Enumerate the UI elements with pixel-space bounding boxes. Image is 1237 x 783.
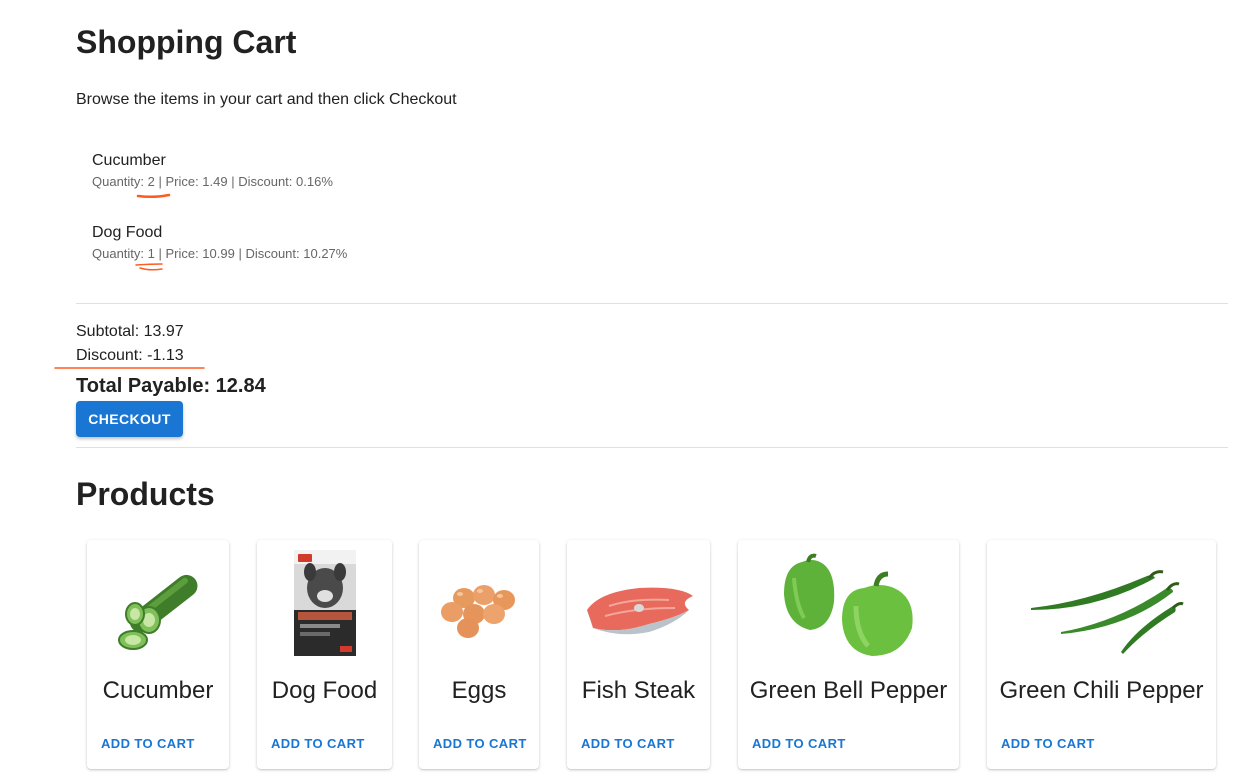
product-name: Dog Food bbox=[271, 677, 378, 704]
product-name: Green Bell Pepper bbox=[749, 677, 948, 704]
product-card-green-chili-pepper: Green Chili Pepper ADD TO CART bbox=[987, 540, 1216, 769]
discount-total: Discount: -1.13 bbox=[76, 347, 184, 364]
product-card-dog-food: Dog Food ADD TO CART bbox=[257, 540, 392, 769]
total-payable: Total Payable: 12.84 bbox=[76, 375, 266, 397]
cart-item: Cucumber Quantity: 2 | Price: 1.49 | Dis… bbox=[92, 151, 333, 191]
quantity-underline-annotation bbox=[135, 263, 163, 271]
dog-food-bag-image bbox=[293, 550, 356, 656]
add-to-cart-button[interactable]: ADD TO CART bbox=[433, 736, 527, 751]
product-name: Cucumber bbox=[102, 677, 214, 704]
add-to-cart-button[interactable]: ADD TO CART bbox=[581, 736, 675, 751]
quantity-underline-annotation bbox=[136, 193, 171, 199]
product-card-fish-steak: Fish Steak ADD TO CART bbox=[567, 540, 710, 769]
cart-item-details: Quantity: 1 | Price: 10.99 | Discount: 1… bbox=[92, 246, 348, 261]
chili-pepper-image bbox=[1030, 570, 1184, 654]
product-name: Green Chili Pepper bbox=[999, 677, 1204, 704]
product-card-eggs: Eggs ADD TO CART bbox=[419, 540, 539, 769]
eggs-image bbox=[441, 585, 515, 638]
cart-item-details: Quantity: 2 | Price: 1.49 | Discount: 0.… bbox=[92, 174, 333, 189]
subtotal: Subtotal: 13.97 bbox=[76, 323, 184, 340]
product-card-cucumber: Cucumber ADD TO CART bbox=[87, 540, 229, 769]
add-to-cart-button[interactable]: ADD TO CART bbox=[752, 736, 846, 751]
product-name: Eggs bbox=[451, 677, 507, 704]
divider bbox=[76, 447, 1228, 448]
page: Shopping Cart Browse the items in your c… bbox=[0, 0, 1237, 783]
cucumber-image bbox=[118, 574, 198, 650]
product-card-green-bell-pepper: Green Bell Pepper ADD TO CART bbox=[738, 540, 959, 769]
product-name: Fish Steak bbox=[581, 677, 696, 704]
fish-steak-image bbox=[586, 587, 693, 635]
cart-item-name: Dog Food bbox=[92, 224, 163, 241]
add-to-cart-button[interactable]: ADD TO CART bbox=[101, 736, 195, 751]
divider bbox=[76, 303, 1228, 304]
bell-pepper-image bbox=[783, 553, 913, 656]
page-title: Shopping Cart bbox=[76, 24, 297, 60]
cart-item-name: Cucumber bbox=[92, 152, 166, 169]
products-title: Products bbox=[76, 476, 215, 512]
cart-instructions: Browse the items in your cart and then c… bbox=[76, 91, 457, 108]
add-to-cart-button[interactable]: ADD TO CART bbox=[1001, 736, 1095, 751]
cart-item: Dog Food Quantity: 1 | Price: 10.99 | Di… bbox=[92, 223, 347, 263]
checkout-button[interactable]: CHECKOUT bbox=[76, 401, 183, 437]
add-to-cart-button[interactable]: ADD TO CART bbox=[271, 736, 365, 751]
